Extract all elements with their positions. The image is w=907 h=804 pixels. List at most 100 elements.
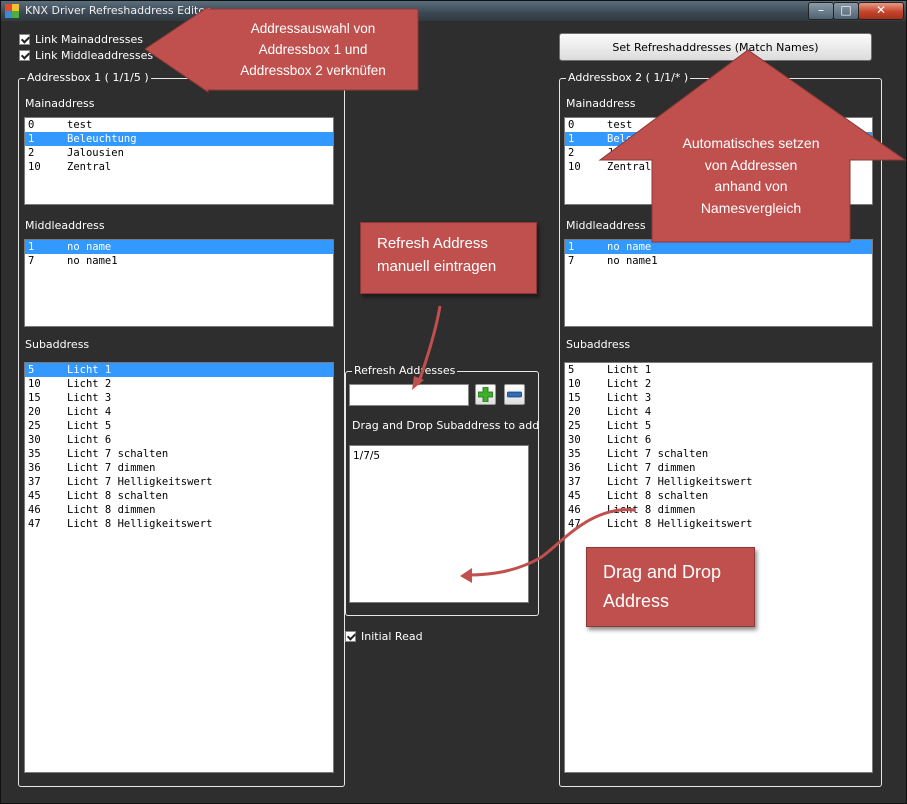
list-item-number: 47 (28, 518, 41, 530)
list-item-number: 0 (28, 119, 35, 131)
list-item-number: 20 (568, 406, 581, 418)
list-item[interactable]: 20 Licht 4 (25, 405, 333, 419)
list-item-number: 2 (28, 147, 35, 159)
list-item-name: Licht 7 dimmen (67, 462, 156, 474)
list-item[interactable]: 0 test (25, 118, 333, 132)
list-item[interactable]: 45 Licht 8 schalten (25, 489, 333, 503)
minimize-button[interactable]: – (808, 2, 834, 20)
checkbox-checked-icon[interactable] (19, 50, 30, 61)
drag-callout-line-1: Drag and Drop (603, 562, 722, 582)
checkbox-checked-icon[interactable] (19, 34, 30, 45)
refresh-address-input[interactable] (349, 384, 469, 406)
list-item-name: Licht 7 Helligkeitswert (67, 476, 213, 488)
list-item-name: Licht 3 (607, 392, 652, 404)
list-item-number: 46 (568, 504, 581, 516)
box1-subaddress-list[interactable]: 5 Licht 1 10 Licht 2 15 Licht 3 20 Licht 4 25 Lic… (24, 362, 334, 773)
list-item-name: Beleuchtung (67, 133, 137, 145)
addressbox-1-title: Addressbox 1 ( 1/1/5 ) (25, 71, 151, 84)
list-item-name: no name (607, 241, 652, 253)
box2-middleaddress-list[interactable]: 1 no name 7 no name1 (564, 239, 873, 327)
list-item-number: 7 (28, 255, 35, 267)
set-refreshaddresses-button[interactable]: Set Refreshaddresses (Match Names) (559, 33, 872, 61)
list-item-number: 1 (28, 133, 35, 145)
list-item[interactable]: 10 Zentral (25, 160, 333, 174)
link-callout-line-2: Addressbox 1 und (258, 41, 368, 57)
list-item-name: no name1 (607, 255, 658, 267)
box1-middleaddress-list[interactable]: 1 no name 7 no name1 (24, 239, 334, 327)
remove-address-button[interactable] (504, 384, 525, 405)
list-item[interactable]: 46 Licht 8 dimmen (25, 503, 333, 517)
initial-read-checkbox[interactable]: Initial Read (345, 630, 423, 643)
list-item-number: 10 (28, 161, 41, 173)
list-item[interactable]: 47 Licht 8 Helligkeitswert (25, 517, 333, 531)
list-item-name: Licht 7 schalten (67, 448, 169, 460)
list-item-number: 35 (28, 448, 41, 460)
link-middleaddresses-checkbox[interactable]: Link Middleaddresses (19, 49, 153, 62)
auto-callout-line-1: Automatisches setzen (682, 135, 820, 151)
list-item[interactable]: 45 Licht 8 schalten (565, 489, 872, 503)
list-item[interactable]: 35 Licht 7 schalten (25, 447, 333, 461)
list-item[interactable]: 35 Licht 7 schalten (565, 447, 872, 461)
initial-read-label: Initial Read (361, 630, 423, 643)
list-item-number: 10 (568, 161, 581, 173)
list-item[interactable]: 7 no name1 (25, 254, 333, 268)
addressbox-2-title: Addressbox 2 ( 1/1/* ) (566, 71, 691, 84)
list-item-name: Licht 8 Helligkeitswert (67, 518, 213, 530)
list-item[interactable]: 20 Licht 4 (565, 405, 872, 419)
list-item[interactable]: 15 Licht 3 (565, 391, 872, 405)
link-callout-line-1: Addressauswahl von (250, 21, 376, 36)
list-item-name: Licht 1 (67, 364, 112, 376)
list-item[interactable]: 0 test (565, 118, 872, 132)
list-item[interactable]: 2 Jalousien (25, 146, 333, 160)
list-item-number: 25 (28, 420, 41, 432)
list-item[interactable]: 37 Licht 7 Helligkeitswert (565, 475, 872, 489)
list-item-name: test (607, 119, 633, 131)
list-item[interactable]: 30 Licht 6 (25, 433, 333, 447)
list-item[interactable]: 25 Licht 5 (565, 419, 872, 433)
window-title: KNX Driver Refreshaddress Editor (25, 4, 210, 17)
list-item-name: Licht 3 (67, 392, 112, 404)
list-item-number: 35 (568, 448, 581, 460)
box1-mainaddress-list[interactable]: 0 test 1 Beleuchtung 2 Jalousien 10 Zentral (24, 117, 334, 205)
list-item-number: 10 (568, 378, 581, 390)
list-item-name: no name (67, 241, 112, 253)
refresh-address-item[interactable]: 1/7/5 (350, 449, 528, 463)
list-item[interactable]: 1 Beleuchtung (25, 132, 333, 146)
link-mainaddresses-checkbox[interactable]: Link Mainaddresses (19, 33, 143, 46)
list-item-number: 15 (568, 392, 581, 404)
list-item-name: Zentral (607, 161, 652, 173)
list-item-name: Licht 6 (67, 434, 112, 446)
list-item[interactable]: 1 no name (25, 240, 333, 254)
title-bar[interactable]: KNX Driver Refreshaddress Editor – □ ✕ (1, 1, 906, 21)
list-item[interactable]: 5 Licht 1 (25, 363, 333, 377)
manual-callout-line-1: Refresh Address (377, 235, 488, 252)
editor-window: KNX Driver Refreshaddress Editor – □ ✕ L… (0, 0, 907, 804)
list-item[interactable]: 15 Licht 3 (25, 391, 333, 405)
list-item[interactable]: 10 Licht 2 (565, 377, 872, 391)
list-item[interactable]: 7 no name1 (565, 254, 872, 268)
list-item[interactable]: 10 Licht 2 (25, 377, 333, 391)
list-item-name: Licht 7 schalten (607, 448, 709, 460)
list-item-name: Licht 8 dimmen (67, 504, 156, 516)
list-item[interactable]: 1 no name (565, 240, 872, 254)
list-item[interactable]: 37 Licht 7 Helligkeitswert (25, 475, 333, 489)
list-item-number: 15 (28, 392, 41, 404)
box1-subaddress-label: Subaddress (25, 338, 90, 351)
maximize-button[interactable]: □ (833, 2, 859, 20)
list-item-name: Licht 7 dimmen (607, 462, 696, 474)
box2-mainaddress-label: Mainaddress (566, 97, 636, 110)
list-item[interactable]: 30 Licht 6 (565, 433, 872, 447)
plus-icon (478, 387, 493, 402)
close-button[interactable]: ✕ (858, 2, 904, 20)
list-item-number: 1 (568, 241, 575, 253)
refresh-address-list[interactable]: 1/7/5 (349, 445, 529, 603)
list-item-number: 0 (568, 119, 575, 131)
list-item[interactable]: 47 Licht 8 Helligkeitswert (565, 517, 872, 531)
list-item[interactable]: 36 Licht 7 dimmen (25, 461, 333, 475)
list-item[interactable]: 5 Licht 1 (565, 363, 872, 377)
list-item[interactable]: 46 Licht 8 dimmen (565, 503, 872, 517)
checkbox-checked-icon[interactable] (345, 631, 356, 642)
add-address-button[interactable] (475, 384, 496, 405)
list-item[interactable]: 36 Licht 7 dimmen (565, 461, 872, 475)
list-item[interactable]: 25 Licht 5 (25, 419, 333, 433)
